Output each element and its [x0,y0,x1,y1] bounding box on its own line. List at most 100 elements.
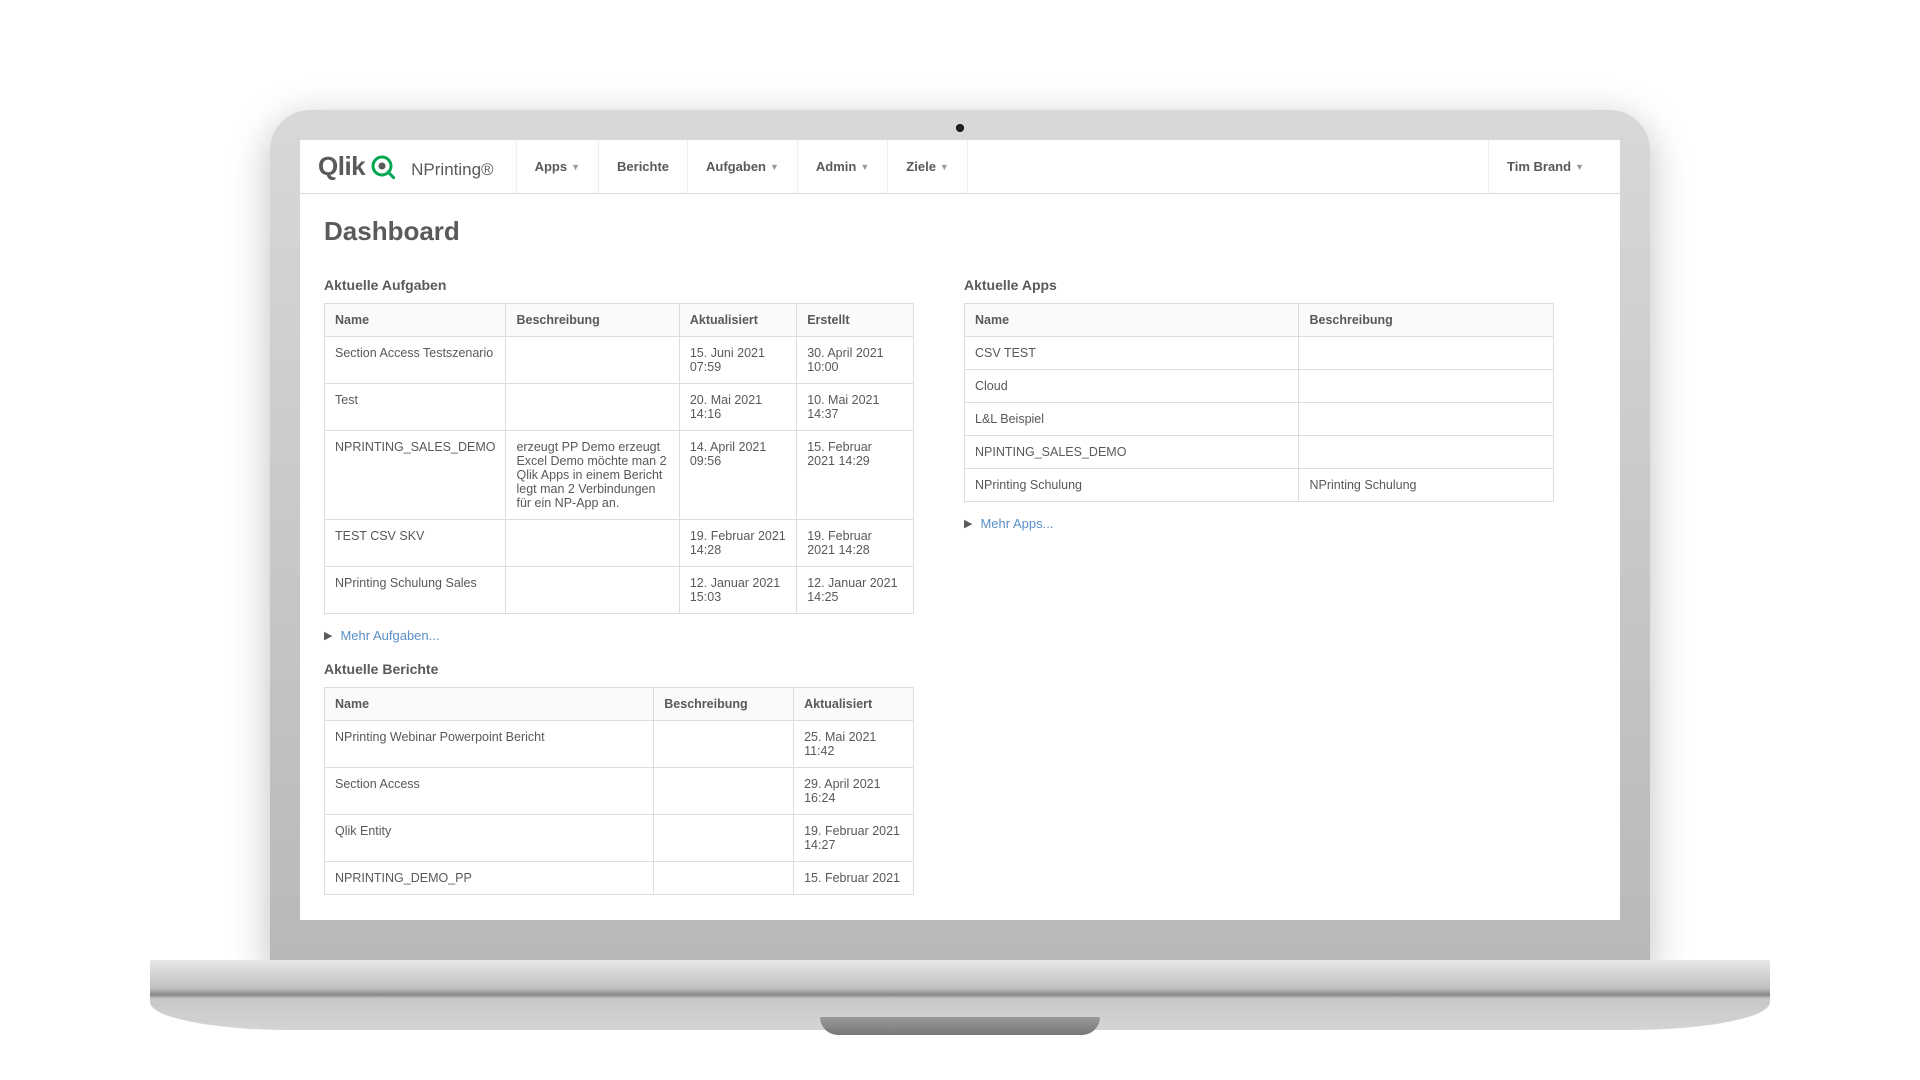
brand-product-text: NPrinting® [411,160,493,180]
chevron-down-icon: ▼ [770,162,779,172]
task-name-cell[interactable]: NPrinting Schulung Sales [325,567,506,614]
task-created-cell: 15. Februar 2021 14:29 [797,431,914,520]
app-name-cell[interactable]: NPINTING_SALES_DEMO [965,436,1299,469]
app-name-cell[interactable]: CSV TEST [965,337,1299,370]
table-row: NPrinting Schulung NPrinting Schulung [965,469,1554,502]
tasks-section-title: Aktuelle Aufgaben [324,277,914,293]
task-updated-cell: 15. Juni 2021 07:59 [679,337,796,384]
more-tasks-link[interactable]: ▶ Mehr Aufgaben... [324,628,914,643]
more-tasks-label: Mehr Aufgaben... [340,628,439,643]
table-row: Qlik Entity 19. Februar 2021 14:27 [325,815,914,862]
reports-th-updated[interactable]: Aktualisiert [794,688,914,721]
user-name: Tim Brand [1507,159,1571,174]
triangle-right-icon: ▶ [324,629,332,642]
report-desc-cell [654,862,794,895]
laptop-base [150,960,1770,1030]
reports-tbody: NPrinting Webinar Powerpoint Bericht 25.… [325,721,914,895]
more-apps-label: Mehr Apps... [980,516,1053,531]
reports-table: Name Beschreibung Aktualisiert NPrinting… [324,687,914,895]
nav-admin-label: Admin [816,159,856,174]
table-row: Section Access Testszenario 15. Juni 202… [325,337,914,384]
apps-table: Name Beschreibung CSV TEST Cloud [964,303,1554,502]
task-desc-cell: erzeugt PP Demo erzeugt Excel Demo möcht… [506,431,679,520]
nav-apps[interactable]: Apps ▼ [516,140,598,193]
report-updated-cell: 19. Februar 2021 14:27 [794,815,914,862]
table-row: Cloud [965,370,1554,403]
report-desc-cell [654,768,794,815]
webcam-icon [956,124,964,132]
app-desc-cell: NPrinting Schulung [1299,469,1554,502]
page-title: Dashboard [324,216,1596,247]
nav-ziele[interactable]: Ziele ▼ [887,140,968,193]
nav-items: Apps ▼ Berichte Aufgaben ▼ Admin ▼ Ziele… [516,140,968,193]
task-desc-cell [506,337,679,384]
top-navigation: Qlik NPrinting® Apps ▼ Berichte [300,140,1620,194]
user-menu[interactable]: Tim Brand ▼ [1488,140,1602,193]
task-name-cell[interactable]: Test [325,384,506,431]
nav-ziele-label: Ziele [906,159,936,174]
table-row: CSV TEST [965,337,1554,370]
task-name-cell[interactable]: TEST CSV SKV [325,520,506,567]
nav-aufgaben[interactable]: Aufgaben ▼ [687,140,797,193]
report-desc-cell [654,815,794,862]
task-updated-cell: 19. Februar 2021 14:28 [679,520,796,567]
reports-section-title: Aktuelle Berichte [324,661,914,677]
task-desc-cell [506,567,679,614]
tasks-tbody: Section Access Testszenario 15. Juni 202… [325,337,914,614]
laptop-frame: Qlik NPrinting® Apps ▼ Berichte [270,110,1650,970]
task-created-cell: 10. Mai 2021 14:37 [797,384,914,431]
tasks-th-created[interactable]: Erstellt [797,304,914,337]
task-created-cell: 19. Februar 2021 14:28 [797,520,914,567]
apps-th-desc[interactable]: Beschreibung [1299,304,1554,337]
table-row: NPrinting Webinar Powerpoint Bericht 25.… [325,721,914,768]
app-desc-cell [1299,403,1554,436]
task-created-cell: 12. Januar 2021 14:25 [797,567,914,614]
table-row: TEST CSV SKV 19. Februar 2021 14:28 19. … [325,520,914,567]
table-row: Section Access 29. April 2021 16:24 [325,768,914,815]
more-apps-link[interactable]: ▶ Mehr Apps... [964,516,1554,531]
apps-th-name[interactable]: Name [965,304,1299,337]
app-name-cell[interactable]: Cloud [965,370,1299,403]
task-name-cell[interactable]: NPRINTING_SALES_DEMO [325,431,506,520]
reports-th-desc[interactable]: Beschreibung [654,688,794,721]
app-name-cell[interactable]: NPrinting Schulung [965,469,1299,502]
task-created-cell: 30. April 2021 10:00 [797,337,914,384]
dashboard-content: Dashboard Aktuelle Aufgaben Name Beschre… [300,194,1620,917]
task-updated-cell: 12. Januar 2021 15:03 [679,567,796,614]
app-screen: Qlik NPrinting® Apps ▼ Berichte [300,140,1620,920]
report-name-cell[interactable]: Qlik Entity [325,815,654,862]
table-row: NPINTING_SALES_DEMO [965,436,1554,469]
laptop-hinge [820,1017,1100,1035]
task-desc-cell [506,384,679,431]
chevron-down-icon: ▼ [571,162,580,172]
app-desc-cell [1299,370,1554,403]
report-name-cell[interactable]: NPRINTING_DEMO_PP [325,862,654,895]
report-name-cell[interactable]: Section Access [325,768,654,815]
tasks-th-updated[interactable]: Aktualisiert [679,304,796,337]
chevron-down-icon: ▼ [940,162,949,172]
tasks-th-desc[interactable]: Beschreibung [506,304,679,337]
qlik-logo-icon [371,155,395,179]
task-updated-cell: 14. April 2021 09:56 [679,431,796,520]
apps-section-title: Aktuelle Apps [964,277,1554,293]
nav-berichte[interactable]: Berichte [598,140,687,193]
app-desc-cell [1299,436,1554,469]
report-updated-cell: 15. Februar 2021 [794,862,914,895]
table-row: NPrinting Schulung Sales 12. Januar 2021… [325,567,914,614]
report-updated-cell: 29. April 2021 16:24 [794,768,914,815]
apps-tbody: CSV TEST Cloud L&L Beispiel NPINTING_SAL… [965,337,1554,502]
task-desc-cell [506,520,679,567]
brand: Qlik NPrinting® [318,151,494,182]
brand-qlik-text: Qlik [318,151,365,182]
nav-admin[interactable]: Admin ▼ [797,140,887,193]
reports-th-name[interactable]: Name [325,688,654,721]
tasks-table: Name Beschreibung Aktualisiert Erstellt … [324,303,914,614]
task-name-cell[interactable]: Section Access Testszenario [325,337,506,384]
table-row: NPRINTING_SALES_DEMO erzeugt PP Demo erz… [325,431,914,520]
app-name-cell[interactable]: L&L Beispiel [965,403,1299,436]
tasks-th-name[interactable]: Name [325,304,506,337]
chevron-down-icon: ▼ [860,162,869,172]
table-row: L&L Beispiel [965,403,1554,436]
table-row: NPRINTING_DEMO_PP 15. Februar 2021 [325,862,914,895]
report-name-cell[interactable]: NPrinting Webinar Powerpoint Bericht [325,721,654,768]
